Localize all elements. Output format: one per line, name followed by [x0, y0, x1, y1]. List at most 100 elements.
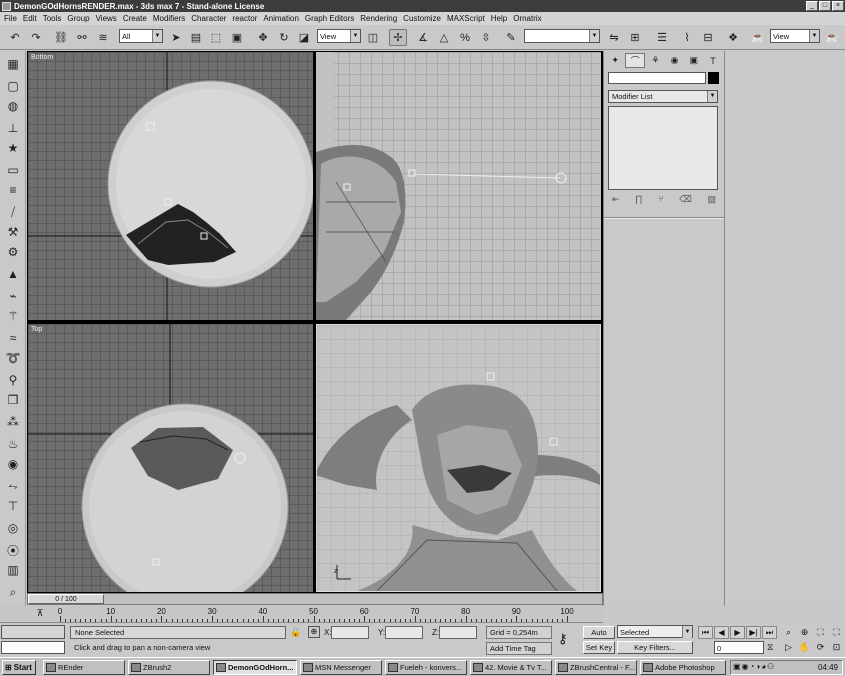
select-and-scale-icon[interactable]: ◪	[295, 29, 313, 46]
zoom-all-icon[interactable]: ⊕	[797, 626, 812, 639]
select-object-icon[interactable]: ➤	[167, 29, 185, 46]
bind-space-warp-icon[interactable]: ≋	[94, 29, 112, 46]
make-unique-icon[interactable]: ⑂	[658, 194, 663, 208]
material-editor-icon[interactable]: ❖	[724, 29, 742, 46]
menu-graph-editors[interactable]: Graph Editors	[303, 14, 358, 23]
create-plane-icon[interactable]: ▭	[3, 161, 23, 179]
viewport-label[interactable]: Top	[31, 326, 42, 333]
maxscript-input-field[interactable]	[1, 641, 65, 654]
pivot-center-icon[interactable]: ◫	[364, 29, 382, 46]
taskbar-item-3dsmax[interactable]: DemonGOdHorn...	[213, 660, 297, 675]
display-tab-icon[interactable]: ▣	[685, 53, 703, 68]
viewport-perspective-left[interactable]	[316, 52, 601, 320]
zoom-icon[interactable]: ⌕	[781, 626, 796, 639]
angle-snap-icon[interactable]: △	[435, 29, 453, 46]
create-helix-icon[interactable]: ➰	[3, 349, 23, 367]
play-icon[interactable]: ▶	[730, 626, 745, 639]
create-hammer-icon[interactable]: ⚒	[3, 223, 23, 241]
taskbar-item-render[interactable]: REnder	[43, 660, 125, 675]
close-button[interactable]: ×	[832, 1, 844, 11]
configure-modifier-sets-icon[interactable]: ▧	[707, 194, 716, 208]
create-search-icon[interactable]: ⌕	[3, 583, 23, 601]
create-box-icon[interactable]: ▢	[3, 77, 23, 95]
taskbar-item-msn[interactable]: MSN Messenger	[300, 660, 382, 675]
menu-file[interactable]: File	[2, 14, 21, 23]
taskbar-item-zbrushcentral[interactable]: ZBrushCentral - F...	[555, 660, 637, 675]
select-and-manipulate-icon[interactable]: ✢	[389, 29, 407, 46]
window-crossing-icon[interactable]: ▣	[228, 29, 246, 46]
create-cylinder-icon[interactable]: ⊥	[3, 119, 23, 137]
quick-render-icon[interactable]: ☕	[823, 29, 841, 46]
schematic-view-icon[interactable]: ⊟	[699, 29, 717, 46]
menu-edit[interactable]: Edit	[21, 14, 41, 23]
named-selection-sets-dropdown[interactable]: ▼	[524, 29, 600, 43]
menu-ornatrix[interactable]: Ornatrix	[511, 14, 545, 23]
key-mode-dropdown[interactable]: Selected ▼	[617, 625, 693, 638]
field-of-view-icon[interactable]: ▷	[781, 641, 796, 654]
auto-key-button[interactable]: Auto Key	[583, 626, 615, 648]
absolute-mode-icon[interactable]: ⊕	[308, 626, 320, 638]
go-to-start-icon[interactable]: ⏮	[698, 626, 713, 639]
tray-icons[interactable]: ▣◉◔◑◕⚇	[733, 662, 775, 671]
pan-hand-icon[interactable]: ✋	[797, 641, 812, 654]
current-frame-spinner[interactable]: 0	[714, 641, 764, 654]
percent-snap-icon[interactable]: %	[456, 29, 474, 46]
create-star-icon[interactable]: ★	[3, 139, 23, 157]
trackbar[interactable]: ⊼ 0 10 20 30 40 50 60 70 80 90 100	[0, 606, 603, 623]
create-wave-icon[interactable]: ≈	[3, 329, 23, 347]
viewport-top[interactable]: Top	[28, 324, 313, 592]
menu-customize[interactable]: Customize	[401, 14, 445, 23]
motion-tab-icon[interactable]: ◉	[666, 53, 684, 68]
unlink-selection-icon[interactable]: ⚯	[73, 29, 91, 46]
create-figure-icon[interactable]: ⚲	[3, 371, 23, 389]
create-dots-icon[interactable]: ⦿	[3, 541, 23, 559]
create-spray-icon[interactable]: ⁂	[3, 413, 23, 431]
menu-rendering[interactable]: Rendering	[358, 14, 401, 23]
minimize-button[interactable]: _	[806, 1, 818, 11]
3dsmax-app-icon[interactable]	[2, 1, 11, 11]
create-tshape-icon[interactable]: ⊤	[3, 497, 23, 515]
lock-selection-icon[interactable]: 🔒	[290, 627, 301, 638]
create-geometry-icon[interactable]: ▦	[3, 55, 23, 73]
add-time-tag-button[interactable]: Add Time Tag	[486, 642, 552, 655]
render-scene-icon[interactable]: ☕	[749, 29, 767, 46]
menu-tools[interactable]: Tools	[41, 14, 66, 23]
menu-modifiers[interactable]: Modifiers	[151, 14, 189, 23]
mirror-icon[interactable]: ⇋	[605, 29, 623, 46]
z-coordinate-field[interactable]	[439, 626, 477, 639]
menu-maxscript[interactable]: MAXScript	[445, 14, 489, 23]
modifier-list-dropdown[interactable]: Modifier List ▼	[608, 90, 718, 103]
selection-filter-dropdown[interactable]: All ▼	[119, 29, 163, 43]
modify-tab-icon[interactable]: ⌒	[625, 53, 646, 68]
menu-views[interactable]: Views	[94, 14, 121, 23]
show-end-result-icon[interactable]: ∏	[635, 194, 642, 208]
maximize-button[interactable]: □	[819, 1, 831, 11]
object-name-field[interactable]	[608, 72, 706, 84]
edit-named-selections-icon[interactable]: ✎	[502, 29, 520, 46]
create-tube-icon[interactable]: ⧸	[3, 203, 23, 221]
reference-coordinate-dropdown[interactable]: View ▼	[317, 29, 361, 43]
menu-create[interactable]: Create	[121, 14, 151, 23]
pin-stack-icon[interactable]: ⇤	[612, 194, 620, 208]
create-pyramid-icon[interactable]: ▲	[3, 265, 23, 283]
create-sphere-icon[interactable]: ◍	[3, 97, 23, 115]
create-ball-icon[interactable]: ◉	[3, 455, 23, 473]
create-cloth-icon[interactable]: ❒	[3, 391, 23, 409]
create-gear-icon[interactable]: ⚙	[3, 243, 23, 261]
maxscript-listener-field[interactable]	[1, 625, 65, 639]
utilities-tab-icon[interactable]: T	[704, 53, 722, 68]
next-frame-icon[interactable]: ▶|	[746, 626, 761, 639]
create-bone-icon[interactable]: ⚚	[3, 307, 23, 325]
undo-icon[interactable]: ↶	[6, 29, 24, 46]
create-torch-icon[interactable]: ♨	[3, 435, 23, 453]
go-to-end-icon[interactable]: ⏭	[762, 626, 777, 639]
hierarchy-tab-icon[interactable]: ⚘	[646, 53, 664, 68]
select-and-link-icon[interactable]: ⛓	[52, 29, 70, 46]
create-layers-icon[interactable]: ≡	[3, 181, 23, 199]
x-coordinate-field[interactable]	[331, 626, 369, 639]
taskbar-item-photoshop[interactable]: Adobe Photoshop	[640, 660, 726, 675]
y-coordinate-field[interactable]	[385, 626, 423, 639]
open-mini-curve-editor-icon[interactable]: ⊼	[33, 608, 47, 620]
create-tab-icon[interactable]: ✦	[606, 53, 624, 68]
spinner-snap-icon[interactable]: ⇳	[477, 29, 495, 46]
